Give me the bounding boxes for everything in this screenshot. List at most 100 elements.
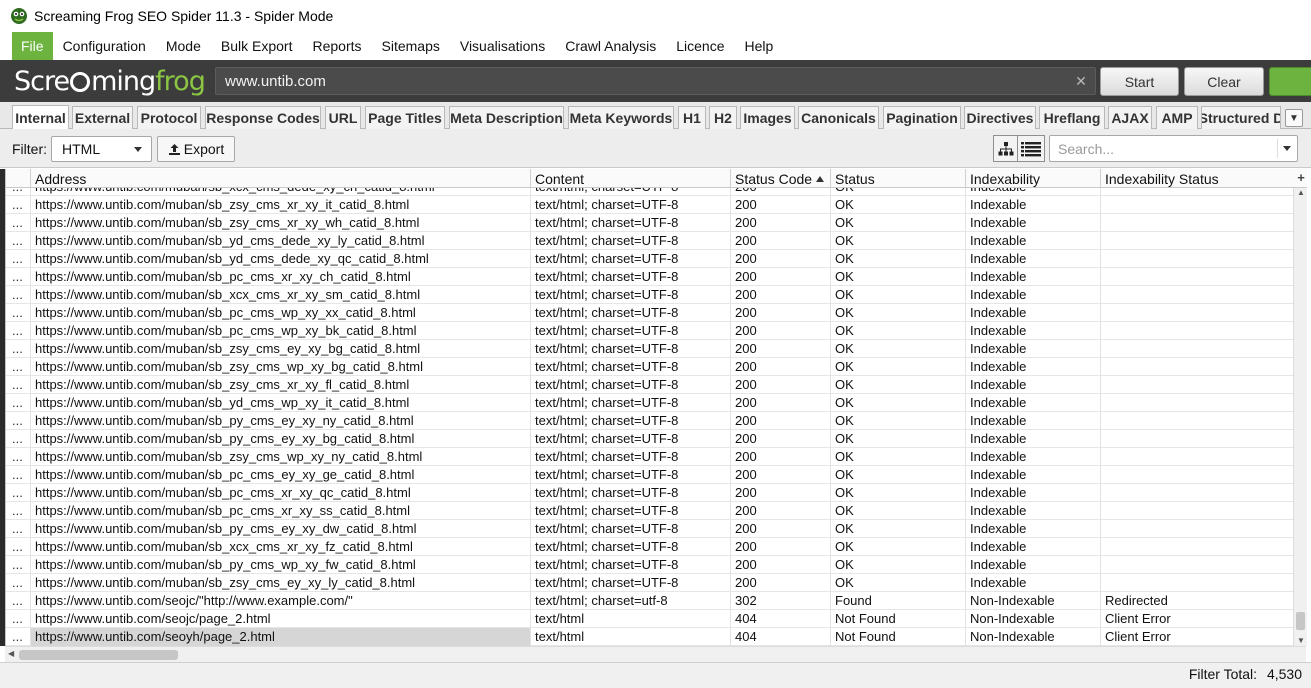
tab-h2[interactable]: H2 (709, 106, 737, 129)
scroll-up-icon[interactable]: ▲ (1297, 188, 1305, 197)
table-row[interactable]: ... https://www.untib.com/muban/sb_zsy_cm… (6, 340, 1293, 358)
tab-amp[interactable]: AMP (1156, 106, 1198, 129)
table-row[interactable]: ... https://www.untib.com/muban/sb_pc_cms… (6, 466, 1293, 484)
tree-view-icon[interactable] (993, 135, 1017, 162)
menu-crawl-analysis[interactable]: Crawl Analysis (555, 32, 666, 60)
vertical-scroll-thumb[interactable] (1296, 612, 1305, 630)
search-input[interactable] (1050, 136, 1275, 161)
table-row[interactable]: ... https://www.untib.com/seojc/"http://w… (6, 592, 1293, 610)
menu-mode[interactable]: Mode (156, 32, 211, 60)
row-index: ... (6, 268, 31, 286)
table-row[interactable]: ... https://www.untib.com/muban/sb_yd_cms… (6, 232, 1293, 250)
table-row[interactable]: ...https://www.untib.com/muban/sb_xcx_cm… (6, 286, 1293, 304)
column-header-index[interactable] (6, 169, 31, 188)
chevron-down-icon[interactable] (1277, 139, 1295, 158)
menu-reports[interactable]: Reports (302, 32, 371, 60)
column-header-content[interactable]: Content (531, 169, 731, 188)
add-column-icon[interactable]: + (1295, 169, 1307, 188)
table-row[interactable]: ... https://www.untib.com/muban/sb_zsy_cm… (6, 214, 1293, 232)
table-row[interactable]: ... https://www.untib.com/muban/sb_py_cms… (6, 520, 1293, 538)
column-header-address[interactable]: Address (31, 169, 531, 188)
horizontal-scroll-thumb[interactable] (19, 650, 178, 660)
menu-visualisations[interactable]: Visualisations (450, 32, 555, 60)
menu-bulk-export[interactable]: Bulk Export (211, 32, 303, 60)
table-row[interactable]: ... https://www.untib.com/seojc/page_2.ht… (6, 610, 1293, 628)
table-row[interactable]: ... https://www.untib.com/muban/sb_zsy_cm… (6, 574, 1293, 592)
scroll-down-icon[interactable]: ▼ (1297, 636, 1305, 645)
tab-protocol[interactable]: Protocol (137, 106, 201, 129)
table-row[interactable]: ... https://www.untib.com/muban/sb_pc_cms… (6, 268, 1293, 286)
horizontal-scrollbar[interactable]: ◀ (5, 646, 1306, 662)
status-cell: OK (831, 484, 966, 502)
tab-canonicals[interactable]: Canonicals (798, 106, 879, 129)
results-table: Address Content Status Code Status Index… (5, 169, 1307, 646)
menu-licence[interactable]: Licence (666, 32, 734, 60)
table-row[interactable]: ... https://www.untib.com/seoyh/page_2.ht… (6, 628, 1293, 646)
column-header-indexability[interactable]: Indexability (966, 169, 1101, 188)
scroll-left-icon[interactable]: ◀ (8, 649, 14, 658)
tab-external[interactable]: External (72, 106, 133, 129)
chevron-down-icon[interactable]: ▼ (1285, 109, 1303, 127)
tab-hreflang[interactable]: Hreflang (1039, 106, 1105, 129)
row-index: ... (6, 196, 31, 214)
tab-images[interactable]: Images (740, 106, 795, 129)
vertical-scrollbar[interactable]: ▲ ▼ (1293, 188, 1307, 646)
table-row[interactable]: ... https://www.untib.com/muban/sb_pc_cms… (6, 322, 1293, 340)
column-header-indexability-status[interactable]: Indexability Status (1101, 169, 1295, 188)
tab-structured-d[interactable]: Structured D (1201, 106, 1281, 129)
clear-button[interactable]: Clear (1184, 67, 1264, 96)
status-code-cell: 200 (731, 232, 831, 250)
tab-response-codes[interactable]: Response Codes (205, 106, 321, 129)
menu-configuration[interactable]: Configuration (53, 32, 156, 60)
indexability-status-cell: Client Error (1105, 629, 1171, 644)
address-cell: https://www.untib.com/muban/sb_zsy_cms_x… (31, 196, 531, 214)
crawl-progress-button[interactable] (1269, 67, 1311, 96)
address-cell: https://www.untib.com/muban/sb_pc_cms_wp… (31, 304, 531, 322)
tab-pagination[interactable]: Pagination (883, 106, 961, 129)
url-input[interactable] (216, 68, 1066, 94)
table-row[interactable]: ... https://www.untib.com/muban/sb_yd_cms… (6, 394, 1293, 412)
tab-meta-description[interactable]: Meta Description (449, 106, 564, 129)
content-cell: text/html; charset=utf-8 (531, 592, 731, 610)
table-row[interactable]: ... https://www.untib.com/muban/sb_zsy_cm… (6, 448, 1293, 466)
table-row[interactable]: ... https://www.untib.com/muban/sb_pc_cms… (6, 304, 1293, 322)
content-cell: text/html; charset=UTF-8 (531, 538, 731, 556)
tab-bar: Structured D AMP AJAX Hreflang Directives Pag… (0, 102, 1311, 130)
table-row[interactable]: ... https://www.untib.com/muban/sb_py_cms… (6, 556, 1293, 574)
tab-internal[interactable]: Internal (12, 105, 69, 130)
column-header-status-code[interactable]: Status Code (731, 169, 831, 188)
status-code-cell: 200 (731, 304, 831, 322)
status-cell: Found (831, 592, 966, 610)
status-code-cell: 200 (731, 466, 831, 484)
table-row[interactable]: ... https://www.untib.com/muban/sb_py_cms… (6, 412, 1293, 430)
export-button[interactable]: Export (157, 136, 235, 162)
table-row[interactable]: ... https://www.untib.com/muban/sb_zsy_cm… (6, 196, 1293, 214)
menu-file[interactable]: File (12, 32, 53, 60)
address-cell: https://www.untib.com/seojc/"http://www.… (31, 592, 531, 610)
table-row[interactable]: ... https://www.untib.com/muban/sb_pc_cms… (6, 502, 1293, 520)
address-cell: https://www.untib.com/muban/sb_pc_cms_xr… (31, 484, 531, 502)
tab-page-titles[interactable]: Page Titles (365, 106, 445, 129)
tab-meta-keywords[interactable]: Meta Keywords (568, 106, 674, 129)
table-row[interactable]: ... https://www.untib.com/muban/sb_yd_cms… (6, 250, 1293, 268)
filter-select[interactable]: HTML (51, 136, 152, 162)
close-icon[interactable]: ✕ (1071, 71, 1091, 91)
start-button[interactable]: Start (1100, 67, 1179, 96)
list-view-icon[interactable] (1017, 135, 1045, 162)
address-cell: https://www.untib.com/seoyh/page_2.html (31, 628, 531, 646)
row-index: ... (6, 466, 31, 484)
column-header-status[interactable]: Status (831, 169, 966, 188)
menu-help[interactable]: Help (735, 32, 784, 60)
table-row[interactable]: ...https://www.untib.com/muban/sb_xcx_cm… (6, 538, 1293, 556)
row-index: ... (6, 448, 31, 466)
table-row[interactable]: ... https://www.untib.com/muban/sb_pc_cms… (6, 484, 1293, 502)
table-row[interactable]: ... https://www.untib.com/muban/sb_zsy_cm… (6, 358, 1293, 376)
menu-sitemaps[interactable]: Sitemaps (372, 32, 450, 60)
table-row[interactable]: ...https://www.untib.com/muban/sb_xcx_cm… (6, 188, 1293, 196)
table-row[interactable]: ... https://www.untib.com/muban/sb_py_cms… (6, 430, 1293, 448)
table-row[interactable]: ... https://www.untib.com/muban/sb_zsy_cm… (6, 376, 1293, 394)
tab-directives[interactable]: Directives (964, 106, 1036, 129)
tab-h1[interactable]: H1 (678, 106, 706, 129)
tab-ajax[interactable]: AJAX (1108, 106, 1152, 129)
tab-url[interactable]: URL (325, 106, 361, 129)
